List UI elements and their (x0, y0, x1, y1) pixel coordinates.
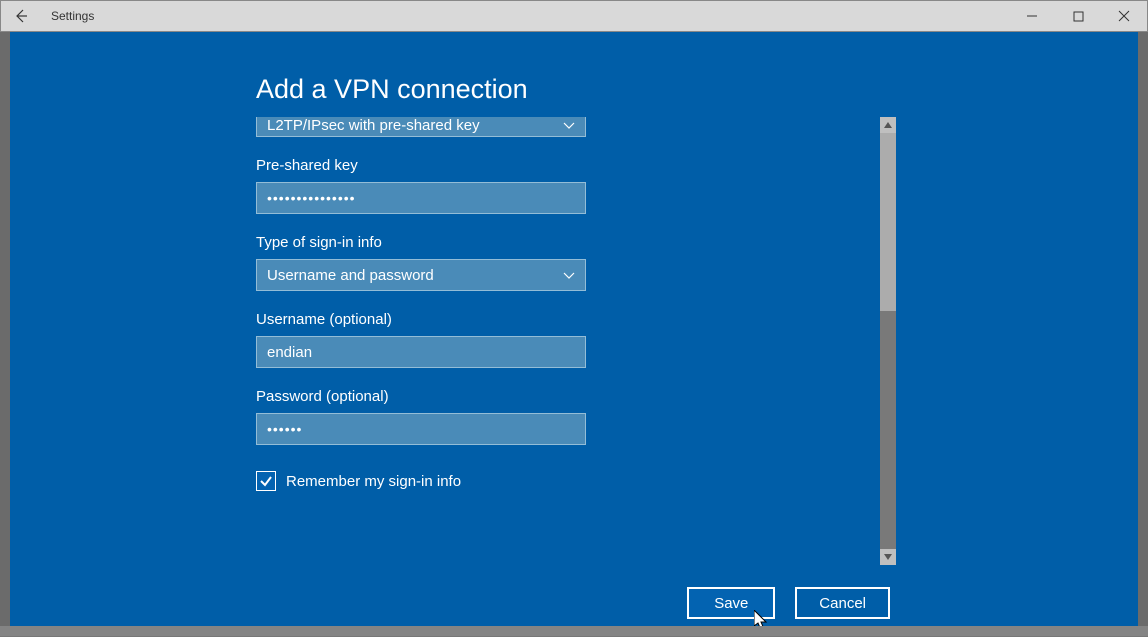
window-controls (1009, 1, 1147, 31)
minimize-button[interactable] (1009, 1, 1055, 31)
scrollbar-thumb[interactable] (880, 311, 896, 549)
password-label: Password (optional) (256, 388, 586, 405)
username-label: Username (optional) (256, 311, 586, 328)
save-button[interactable]: Save (687, 587, 775, 619)
remember-label: Remember my sign-in info (286, 473, 461, 490)
signin-type-select[interactable]: Username and password (256, 259, 586, 291)
arrow-left-icon (13, 8, 29, 24)
scroll-up-button[interactable] (880, 117, 896, 133)
caret-down-icon (884, 554, 892, 560)
close-button[interactable] (1101, 1, 1147, 31)
checkmark-icon (259, 474, 273, 488)
close-icon (1118, 10, 1130, 22)
dialog-buttons: Save Cancel (687, 587, 890, 619)
signin-type-value: Username and password (267, 267, 575, 284)
remember-checkbox[interactable]: Remember my sign-in info (256, 471, 586, 491)
vpn-type-select[interactable]: L2TP/IPsec with pre-shared key (256, 117, 586, 137)
username-field[interactable] (256, 336, 586, 368)
password-field[interactable]: •••••• (256, 413, 586, 445)
psk-label: Pre-shared key (256, 157, 586, 174)
chevron-down-icon (563, 267, 575, 284)
dialog-heading: Add a VPN connection (256, 74, 896, 105)
vpn-type-value: L2TP/IPsec with pre-shared key (267, 117, 575, 134)
window-title: Settings (51, 9, 94, 23)
back-button[interactable] (1, 1, 41, 31)
scroll-down-button[interactable] (880, 549, 896, 565)
scrollbar[interactable] (880, 117, 896, 565)
maximize-button[interactable] (1055, 1, 1101, 31)
psk-field[interactable]: ••••••••••••••• (256, 182, 586, 214)
vpn-dialog-overlay: Add a VPN connection L2TP/IPsec with pre… (10, 32, 1138, 632)
taskbar (0, 626, 1148, 636)
caret-up-icon (884, 122, 892, 128)
checkbox-box (256, 471, 276, 491)
cancel-button[interactable]: Cancel (795, 587, 890, 619)
maximize-icon (1073, 11, 1084, 22)
signin-type-label: Type of sign-in info (256, 234, 586, 251)
chevron-down-icon (563, 117, 575, 134)
minimize-icon (1026, 10, 1038, 22)
form-scroll-area: L2TP/IPsec with pre-shared key Pre-share… (256, 117, 896, 565)
window-titlebar: Settings (0, 0, 1148, 32)
